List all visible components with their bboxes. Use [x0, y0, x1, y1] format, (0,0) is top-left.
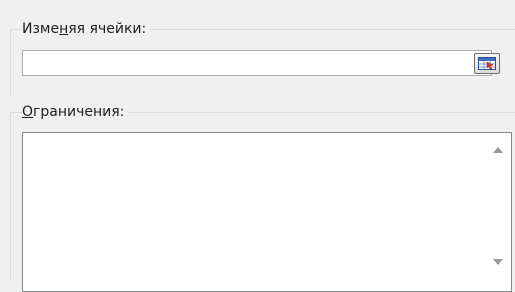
scroll-up-button[interactable] [485, 139, 511, 163]
scroll-up-arrow-icon [493, 147, 503, 153]
scroll-down-button[interactable] [485, 251, 511, 275]
scroll-down-arrow-icon [493, 259, 503, 265]
range-select-icon [478, 57, 496, 70]
changing-cells-input[interactable] [22, 50, 492, 76]
changing-cells-label: Изменяя ячейки: [22, 20, 151, 38]
constraints-group-left-line [10, 112, 11, 280]
constraints-label: Ограничения: [22, 103, 129, 121]
changing-cells-label-mnemonic: н [59, 21, 69, 37]
constraints-listbox[interactable] [22, 132, 512, 292]
constraints-scrollbar[interactable] [485, 133, 511, 291]
changing-cells-group-left-line [10, 29, 11, 97]
constraints-label-mnemonic: О [22, 104, 34, 120]
range-select-button[interactable] [474, 53, 500, 74]
